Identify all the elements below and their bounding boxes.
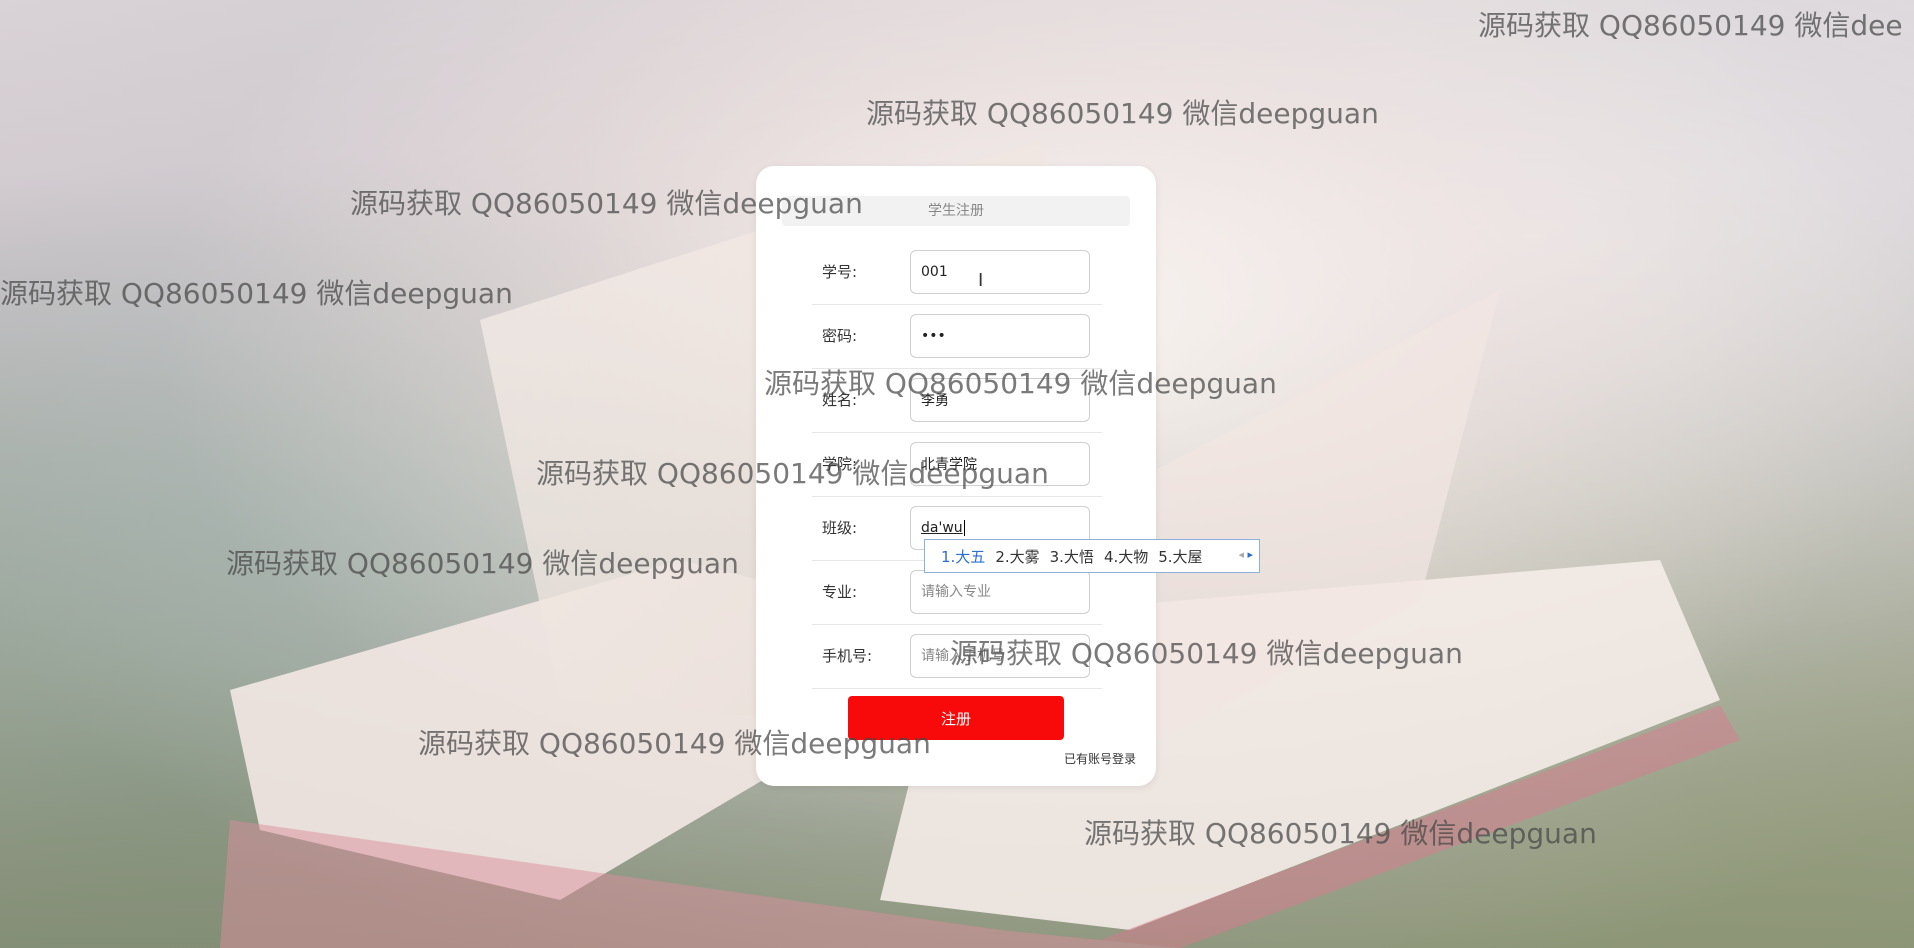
- student-id-input[interactable]: [910, 250, 1090, 294]
- ime-page-arrows[interactable]: ◂ ▸: [1238, 548, 1253, 561]
- ime-candidate[interactable]: 3.大悟: [1050, 546, 1094, 567]
- college-input[interactable]: [910, 442, 1090, 486]
- field-row-college: 学院:: [812, 432, 1102, 497]
- college-label: 学院:: [822, 455, 858, 473]
- field-row-phone: 手机号:: [812, 624, 1102, 689]
- phone-input[interactable]: [910, 634, 1090, 678]
- name-input[interactable]: [910, 378, 1090, 422]
- field-row-student-id: 学号:: [812, 240, 1102, 305]
- field-row-password: 密码:: [812, 304, 1102, 369]
- field-row-name: 姓名:: [812, 368, 1102, 433]
- name-label: 姓名:: [822, 391, 858, 409]
- password-label: 密码:: [822, 327, 858, 345]
- chevron-right-icon[interactable]: ▸: [1247, 548, 1253, 561]
- register-button[interactable]: 注册: [848, 696, 1064, 740]
- text-cursor-icon: I: [978, 270, 984, 291]
- text-caret: [964, 520, 965, 536]
- ime-candidate[interactable]: 2.大雾: [995, 546, 1039, 567]
- major-input[interactable]: [910, 570, 1090, 614]
- page-title: 学生注册: [782, 196, 1130, 226]
- ime-candidate[interactable]: 4.大物: [1104, 546, 1148, 567]
- ime-candidate-bar: 1.大五 2.大雾 3.大悟 4.大物 5.大屋 ◂ ▸: [924, 539, 1260, 573]
- ime-candidate[interactable]: 1.大五: [941, 546, 985, 567]
- major-label: 专业:: [822, 583, 858, 601]
- class-label: 班级:: [822, 519, 858, 537]
- student-id-label: 学号:: [822, 263, 858, 281]
- password-input[interactable]: [910, 314, 1090, 358]
- login-link[interactable]: 已有账号登录: [1064, 750, 1136, 767]
- ime-candidate[interactable]: 5.大屋: [1158, 546, 1202, 567]
- chevron-left-icon[interactable]: ◂: [1238, 548, 1244, 561]
- register-card: 学生注册 学号: 密码: 姓名: 学院: 班级: 专业: 手机号: 注册 已有账…: [756, 166, 1156, 786]
- phone-label: 手机号:: [822, 647, 873, 665]
